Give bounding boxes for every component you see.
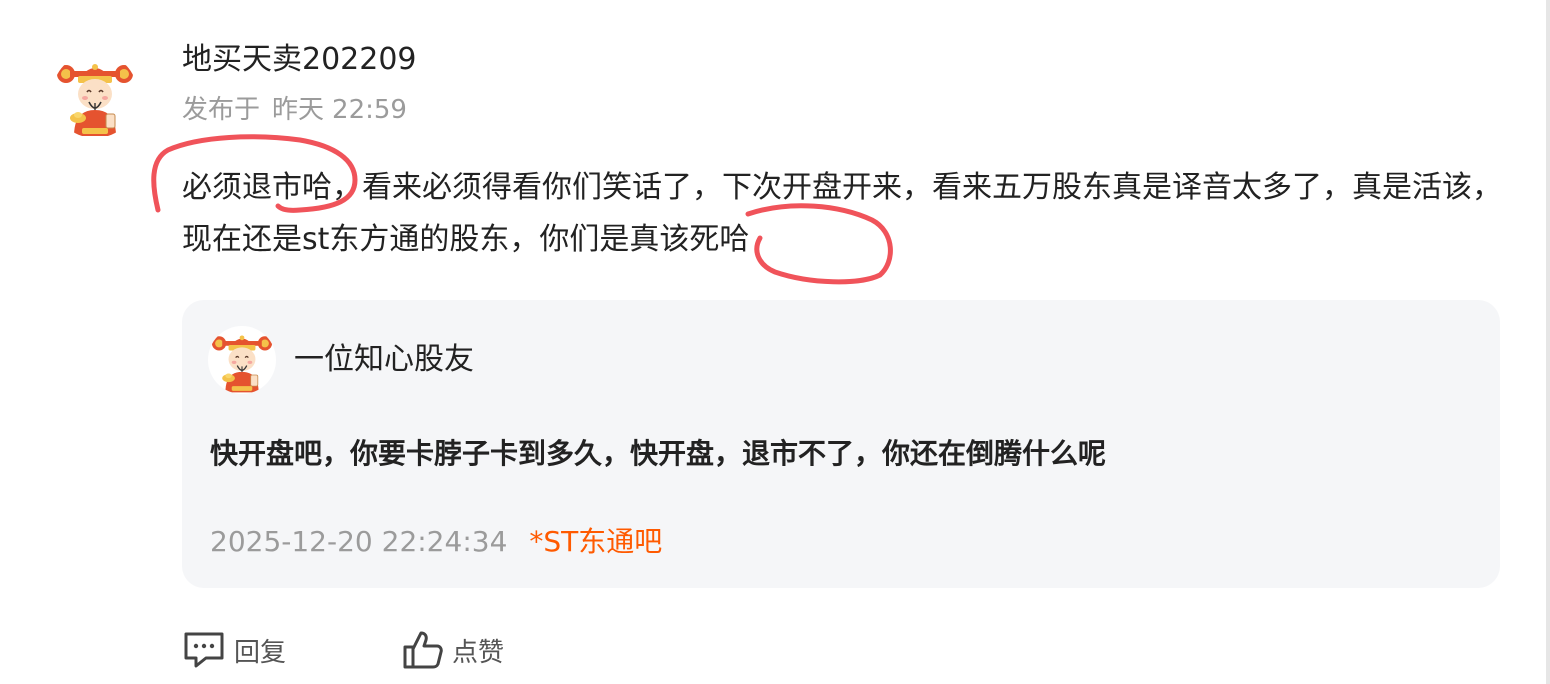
quoted-author-name[interactable]: 一位知心股友: [294, 340, 474, 380]
post-body: 必须退市哈，看来必须得看你们笑话了，下次开盘开来，看来五万股东真是译音太多了，真…: [182, 170, 1502, 257]
quoted-reply-card[interactable]: 一位知心股友 快开盘吧，你要卡脖子卡到多久，快开盘，退市不了，你还在倒腾什么呢 …: [182, 300, 1500, 588]
reply-button[interactable]: 回复: [182, 630, 286, 670]
comment-post: 地买天卖202209 发布于 昨天 22:59 必须退市哈，看来必须得看你们笑话了，…: [0, 0, 1550, 684]
author-name[interactable]: 地买天卖202209: [182, 38, 417, 82]
like-label: 点赞: [452, 637, 505, 668]
thumbs-up-icon: [403, 631, 443, 669]
author-avatar[interactable]: [52, 52, 138, 138]
forum-link[interactable]: *ST东通吧: [529, 525, 662, 558]
comment-icon: [184, 632, 224, 668]
quoted-text: 快开盘吧，你要卡脖子卡到多久，快开盘，退市不了，你还在倒腾什么呢: [210, 437, 1107, 470]
action-bar: 回复 点赞: [182, 626, 504, 674]
like-button[interactable]: 点赞: [402, 629, 504, 671]
caishen-avatar-icon: [57, 64, 133, 136]
post-timestamp: 发布于 昨天 22:59: [182, 92, 407, 128]
quoted-meta: 2025-12-20 22:24:34 *ST东通吧: [210, 520, 662, 564]
quoted-date: 2025-12-20 22:24:34: [210, 525, 508, 558]
quoted-author-avatar[interactable]: [208, 326, 276, 394]
reply-label: 回复: [234, 637, 287, 668]
caishen-avatar-icon: [211, 335, 273, 393]
time-clock: 22:59: [332, 95, 407, 125]
scrollbar[interactable]: [1546, 0, 1550, 684]
time-day: 昨天: [272, 95, 325, 125]
time-prefix: 发布于: [182, 95, 261, 125]
